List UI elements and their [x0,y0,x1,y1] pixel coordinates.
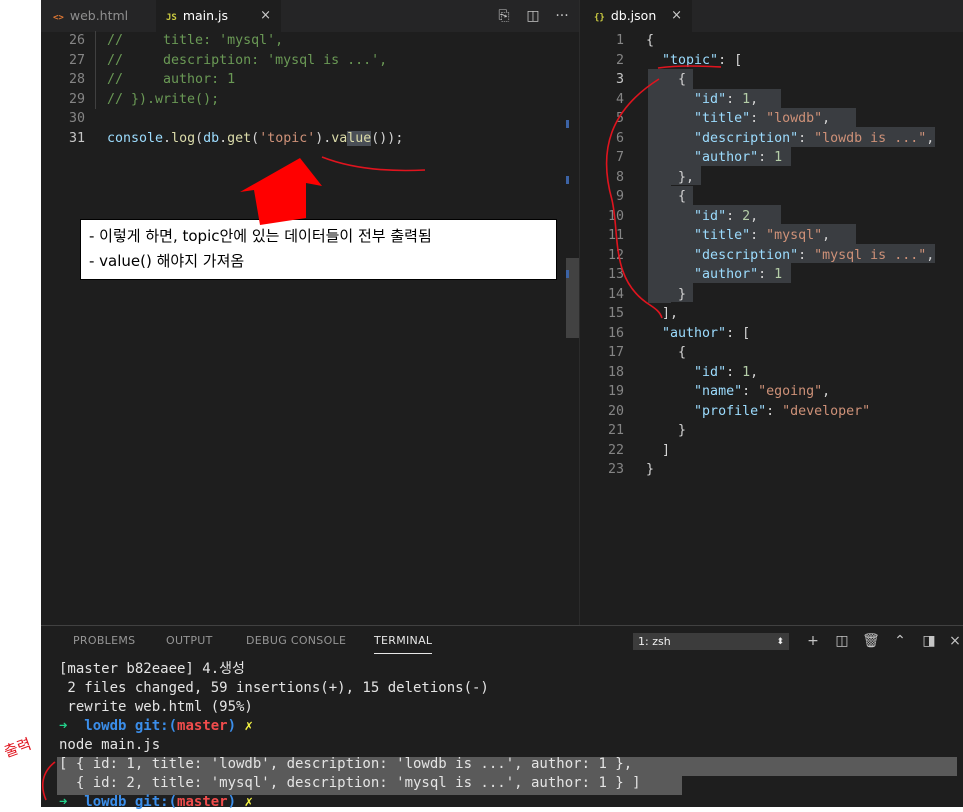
underline-topic [657,65,722,69]
red-arrow [240,158,322,225]
bracket-output [41,761,56,801]
handwritten-annotations: 출력 [2,65,722,801]
bracket-topic [605,78,663,319]
handwritten-output-label: 출력 [2,735,34,761]
underline-value [321,156,426,172]
